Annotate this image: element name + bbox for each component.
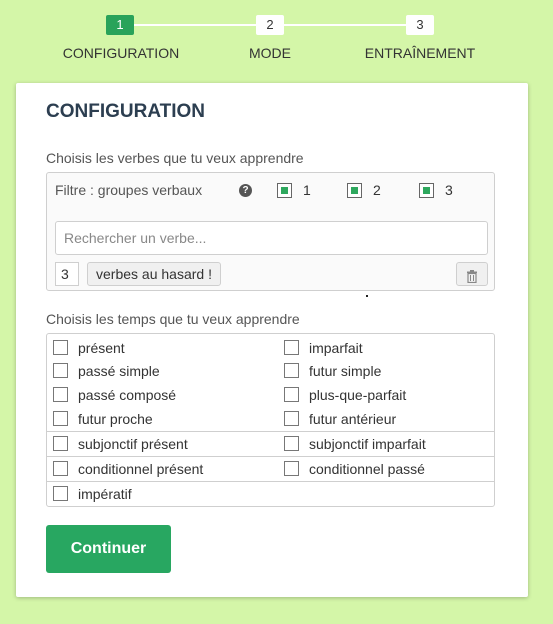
tense-label: futur simple	[309, 363, 382, 379]
tense-group-imperatif: impératif	[47, 482, 494, 507]
checkbox-icon[interactable]	[284, 340, 299, 356]
verbs-panel: Filtre : groupes verbaux ? 1 2 3 verbes …	[46, 172, 495, 291]
tense-checkbox-futur-proche[interactable]: futur proche	[53, 407, 153, 431]
tense-checkbox-futur-simple[interactable]: futur simple	[284, 359, 381, 383]
checkbox-icon[interactable]	[53, 340, 68, 356]
filter-row: Filtre : groupes verbaux ? 1 2 3	[55, 181, 485, 201]
checkbox-icon[interactable]	[53, 461, 68, 477]
step-3-label: ENTRAÎNEMENT	[364, 45, 476, 61]
tense-label: conditionnel passé	[309, 461, 425, 477]
tense-label: futur antérieur	[309, 411, 397, 427]
page-title: CONFIGURATION	[46, 101, 206, 122]
tense-group-subjonctif: subjonctif présent subjonctif imparfait	[47, 432, 494, 457]
checkbox-checked-icon[interactable]	[419, 183, 434, 198]
tense-label: passé composé	[78, 387, 177, 403]
tense-label: conditionnel présent	[78, 461, 204, 477]
verb-search-input[interactable]	[55, 221, 488, 255]
checkbox-icon[interactable]	[284, 461, 299, 477]
step-1-number[interactable]: 1	[106, 15, 134, 35]
tense-group-indicative: présent imparfait passé simple futur sim…	[47, 334, 494, 432]
tense-label: passé simple	[78, 363, 160, 379]
filter-label: Filtre : groupes verbaux	[55, 182, 203, 198]
step-3-number[interactable]: 3	[406, 15, 434, 35]
tense-label: impératif	[78, 486, 132, 502]
group-label: 2	[373, 182, 381, 198]
tenses-panel: présent imparfait passé simple futur sim…	[46, 333, 495, 507]
checkbox-icon[interactable]	[53, 411, 68, 427]
random-verbs-row: verbes au hasard !	[55, 262, 488, 286]
tense-label: présent	[78, 340, 125, 356]
checkbox-icon[interactable]	[53, 387, 68, 403]
tense-checkbox-present[interactable]: présent	[53, 336, 125, 360]
tense-checkbox-imparfait[interactable]: imparfait	[284, 336, 363, 360]
tense-label: subjonctif imparfait	[309, 436, 426, 452]
tense-checkbox-plus-que-parfait[interactable]: plus-que-parfait	[284, 383, 406, 407]
progress-stepper: 1 2 3 CONFIGURATION MODE ENTRAÎNEMENT	[0, 0, 553, 80]
stray-dot	[366, 295, 368, 297]
tense-checkbox-conditionnel-present[interactable]: conditionnel présent	[53, 457, 203, 481]
clear-verbs-button[interactable]	[456, 262, 488, 286]
tense-checkbox-subjonctif-imparfait[interactable]: subjonctif imparfait	[284, 432, 426, 456]
step-2-label: MODE	[249, 45, 291, 61]
group-label: 1	[303, 182, 311, 198]
configuration-card: CONFIGURATION Choisis les verbes que tu …	[16, 83, 528, 597]
tense-checkbox-passe-simple[interactable]: passé simple	[53, 359, 160, 383]
tense-label: plus-que-parfait	[309, 387, 407, 403]
tenses-section-label: Choisis les temps que tu veux apprendre	[46, 311, 300, 327]
continue-button[interactable]: Continuer	[46, 525, 171, 573]
tense-checkbox-subjonctif-present[interactable]: subjonctif présent	[53, 432, 188, 456]
group-label: 3	[445, 182, 453, 198]
verbs-section-label: Choisis les verbes que tu veux apprendre	[46, 150, 304, 166]
step-2-number[interactable]: 2	[256, 15, 284, 35]
tense-group-conditionnel: conditionnel présent conditionnel passé	[47, 457, 494, 482]
checkbox-checked-icon[interactable]	[347, 183, 362, 198]
tense-label: futur proche	[78, 411, 153, 427]
stepper-line	[134, 24, 270, 26]
tense-label: subjonctif présent	[78, 436, 188, 452]
checkbox-icon[interactable]	[53, 363, 68, 379]
tense-checkbox-passe-compose[interactable]: passé composé	[53, 383, 176, 407]
random-verbs-button[interactable]: verbes au hasard !	[87, 262, 221, 286]
checkbox-icon[interactable]	[284, 411, 299, 427]
stepper-line	[284, 24, 406, 26]
step-1-label: CONFIGURATION	[62, 45, 180, 61]
tense-checkbox-imperatif[interactable]: impératif	[53, 482, 132, 506]
checkbox-icon[interactable]	[284, 436, 299, 452]
checkbox-icon[interactable]	[284, 363, 299, 379]
tense-checkbox-conditionnel-passe[interactable]: conditionnel passé	[284, 457, 425, 481]
help-circle-icon[interactable]: ?	[239, 184, 252, 197]
random-count-input[interactable]	[55, 262, 79, 286]
checkbox-icon[interactable]	[284, 387, 299, 403]
trash-icon	[467, 269, 477, 283]
tense-checkbox-futur-anterieur[interactable]: futur antérieur	[284, 407, 396, 431]
tense-label: imparfait	[309, 340, 363, 356]
checkbox-icon[interactable]	[53, 486, 68, 502]
checkbox-icon[interactable]	[53, 436, 68, 452]
checkbox-checked-icon[interactable]	[277, 183, 292, 198]
